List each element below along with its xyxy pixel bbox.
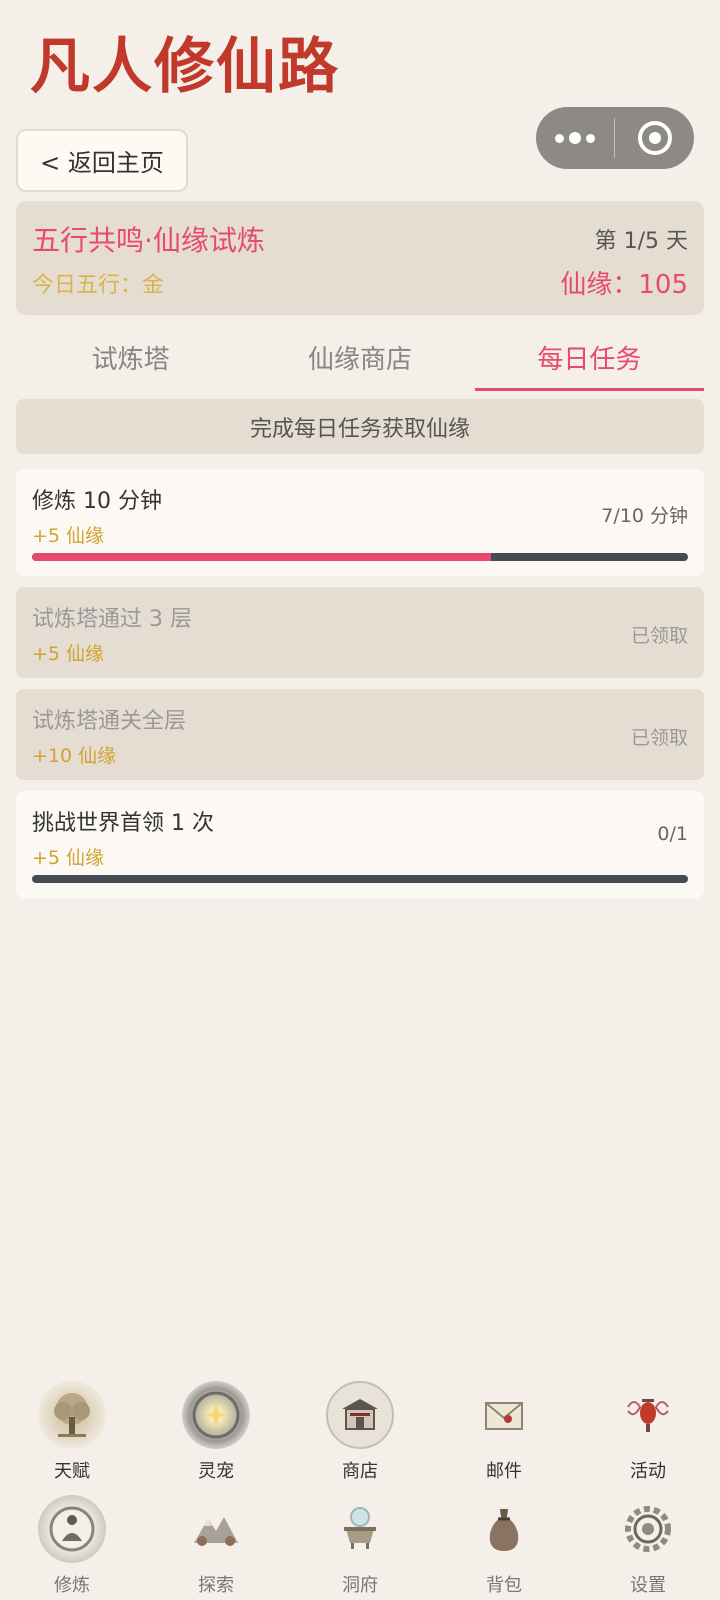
task-name: 修炼 10 分钟 xyxy=(32,489,162,514)
today-element: 今日五行：金 xyxy=(32,273,165,298)
task-progress-text: 0/1 xyxy=(657,823,688,845)
tree-icon xyxy=(38,1381,106,1449)
task-name: 试炼塔通关全层 xyxy=(32,709,187,734)
nav-label: 活动 xyxy=(630,1461,666,1482)
task-progress-bar xyxy=(32,553,688,561)
close-mini-program-icon[interactable] xyxy=(615,107,694,169)
gear-icon xyxy=(614,1495,682,1563)
task-claimed-status: 已领取 xyxy=(630,727,688,749)
nav-label: 修炼 xyxy=(54,1575,90,1596)
more-menu-icon[interactable] xyxy=(536,107,614,169)
nav-settings[interactable]: 设置 xyxy=(576,1495,720,1597)
cauldron-icon xyxy=(326,1495,394,1563)
mail-icon xyxy=(470,1381,538,1449)
task-claimed-status: 已领取 xyxy=(630,625,688,647)
task-name: 试炼塔通过 3 层 xyxy=(32,607,192,632)
event-points: 仙缘：105 xyxy=(560,270,688,300)
lantern-icon xyxy=(614,1381,682,1449)
task-reward: +5 仙缘 xyxy=(32,525,105,547)
tab-fate-shop[interactable]: 仙缘商店 xyxy=(245,325,474,391)
task-card: 挑战世界首领 1 次 +5 仙缘 0/1 xyxy=(16,791,704,898)
task-reward: +5 仙缘 xyxy=(32,643,105,665)
task-progress-text: 7/10 分钟 xyxy=(601,505,688,527)
nav-mail[interactable]: 邮件 xyxy=(432,1381,576,1483)
nav-backpack[interactable]: 背包 xyxy=(432,1495,576,1597)
tab-trial-tower[interactable]: 试炼塔 xyxy=(16,325,245,391)
spirit-pet-icon xyxy=(182,1381,250,1449)
tab-daily-tasks[interactable]: 每日任务 xyxy=(474,325,705,391)
nav-label: 探索 xyxy=(198,1575,234,1596)
nav-shop[interactable]: 商店 xyxy=(288,1381,432,1483)
nav-talent[interactable]: 天赋 xyxy=(0,1381,144,1483)
task-card: 试炼塔通关全层 +10 仙缘 已领取 xyxy=(16,689,704,780)
task-card: 修炼 10 分钟 +5 仙缘 7/10 分钟 xyxy=(16,469,704,576)
task-progress-fill xyxy=(32,553,492,561)
task-card: 试炼塔通过 3 层 +5 仙缘 已领取 xyxy=(16,587,704,678)
event-day-counter: 第 1/5 天 xyxy=(594,229,688,254)
bag-icon xyxy=(470,1495,538,1563)
nav-label: 设置 xyxy=(630,1575,666,1596)
task-reward: +10 仙缘 xyxy=(32,745,117,767)
daily-task-banner: 完成每日任务获取仙缘 xyxy=(16,399,704,454)
nav-label: 天赋 xyxy=(54,1461,90,1482)
task-progress-bar xyxy=(32,875,688,883)
event-title: 五行共鸣·仙缘试炼 xyxy=(32,224,265,257)
event-info-card: 五行共鸣·仙缘试炼 第 1/5 天 今日五行：金 仙缘：105 xyxy=(16,201,704,315)
bottom-nav-row-2: 修炼 探索 洞府 背包 设置 xyxy=(0,1495,720,1597)
nav-activity[interactable]: 活动 xyxy=(576,1381,720,1483)
nav-spirit-pet[interactable]: 灵宠 xyxy=(144,1381,288,1483)
nav-label: 灵宠 xyxy=(198,1461,234,1482)
task-name: 挑战世界首领 1 次 xyxy=(32,811,214,836)
task-reward: +5 仙缘 xyxy=(32,847,105,869)
shop-icon xyxy=(326,1381,394,1449)
mini-program-capsule xyxy=(536,107,694,169)
meditation-icon xyxy=(38,1495,106,1563)
nav-cave-residence[interactable]: 洞府 xyxy=(288,1495,432,1597)
bottom-nav-row-1: 天赋 灵宠 商店 邮件 活动 xyxy=(0,1381,720,1483)
event-tabs: 试炼塔 仙缘商店 每日任务 xyxy=(16,325,705,391)
back-home-button[interactable]: < 返回主页 xyxy=(16,129,188,192)
app-title: 凡人修仙路 xyxy=(30,32,340,102)
nav-explore[interactable]: 探索 xyxy=(144,1495,288,1597)
nav-label: 邮件 xyxy=(486,1461,522,1482)
nav-label: 洞府 xyxy=(342,1575,378,1596)
nav-label: 背包 xyxy=(486,1575,522,1596)
nav-cultivate[interactable]: 修炼 xyxy=(0,1495,144,1597)
nav-label: 商店 xyxy=(342,1461,378,1482)
mountain-icon xyxy=(182,1495,250,1563)
